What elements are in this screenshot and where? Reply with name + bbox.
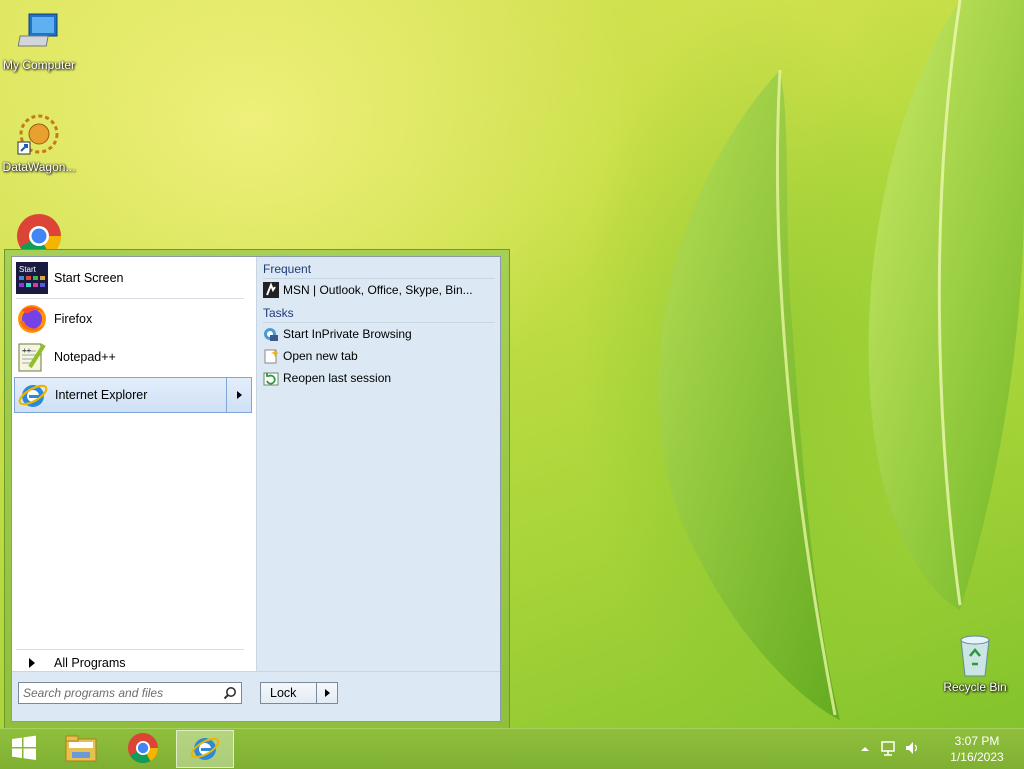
taskbar: 3:07 PM 1/16/2023 <box>0 728 1024 769</box>
start-menu-programs-pane: Start Start Screen Firefox ++ Notepad++ … <box>12 257 255 672</box>
recycle-bin-icon <box>951 630 999 678</box>
pinned-start-screen[interactable]: Start Start Screen <box>14 260 252 296</box>
jumplist-item-label: Open new tab <box>283 349 358 363</box>
all-programs-arrow-icon <box>16 658 48 668</box>
my-computer-icon <box>15 8 63 56</box>
start-menu-bottom-bar: Lock <box>12 671 500 721</box>
pinned-label: Notepad++ <box>54 350 116 364</box>
chevron-right-icon <box>324 689 330 697</box>
search-input[interactable] <box>23 684 219 702</box>
pinned-label: Firefox <box>54 312 93 326</box>
firefox-icon <box>16 303 48 335</box>
svg-text:Start: Start <box>19 265 37 274</box>
jumplist-item-label: Start InPrivate Browsing <box>283 327 412 341</box>
new-tab-icon <box>263 348 279 364</box>
search-box <box>18 682 242 704</box>
clock-time: 3:07 PM <box>954 734 1000 748</box>
volume-icon[interactable] <box>904 740 920 759</box>
jumplist-task-reopen-session[interactable]: Reopen last session <box>263 368 391 388</box>
network-icon[interactable] <box>880 740 896 759</box>
taskbar-chrome[interactable] <box>114 730 172 768</box>
jumplist-task-inprivate[interactable]: Start InPrivate Browsing <box>263 324 412 344</box>
desktop-icon-datawagon[interactable]: DataWagon... <box>1 110 77 174</box>
lock-button-group: Lock <box>260 682 338 704</box>
jumplist-task-new-tab[interactable]: Open new tab <box>263 346 358 366</box>
taskbar-internet-explorer[interactable] <box>176 730 234 768</box>
desktop-icon-recycle-bin[interactable]: Recycle Bin <box>937 630 1013 694</box>
show-hidden-icons-arrow[interactable] <box>860 743 870 757</box>
start-menu: Start Start Screen Firefox ++ Notepad++ … <box>4 249 510 729</box>
pinned-internet-explorer[interactable]: Internet Explorer <box>14 377 252 413</box>
pinned-label: Start Screen <box>54 271 124 285</box>
taskbar-file-explorer[interactable] <box>52 730 110 768</box>
jumplist-pane: Frequent MSN | Outlook, Office, Skype, B… <box>256 257 500 672</box>
chrome-icon <box>127 732 159 767</box>
notepad-plus-plus-icon: ++ <box>16 341 48 373</box>
jumplist-frequent-header: Frequent <box>263 262 496 279</box>
msn-icon <box>263 282 279 298</box>
all-programs-label: All Programs <box>54 656 126 670</box>
system-tray: 3:07 PM 1/16/2023 <box>854 729 1024 769</box>
internet-explorer-icon <box>189 732 221 767</box>
jumplist-item-msn[interactable]: MSN | Outlook, Office, Skype, Bin... <box>263 280 473 300</box>
desktop-icon-my-computer[interactable]: My Computer <box>1 8 77 72</box>
inprivate-icon <box>263 326 279 342</box>
start-screen-icon: Start <box>16 262 48 294</box>
start-menu-body: Start Start Screen Firefox ++ Notepad++ … <box>11 256 501 722</box>
reopen-session-icon <box>263 370 279 386</box>
pinned-separator <box>16 298 244 299</box>
desktop-icon-label: Recycle Bin <box>943 680 1007 694</box>
jumplist-tasks-header: Tasks <box>263 306 493 323</box>
folder-icon <box>64 733 98 766</box>
pinned-notepad-plus-plus[interactable]: ++ Notepad++ <box>14 339 252 375</box>
search-icon[interactable] <box>223 686 237 703</box>
pinned-firefox[interactable]: Firefox <box>14 301 252 337</box>
jumplist-item-label: Reopen last session <box>283 371 392 385</box>
clock[interactable]: 3:07 PM 1/16/2023 <box>942 733 1012 765</box>
svg-text:++: ++ <box>22 346 32 355</box>
jumplist-item-label: MSN | Outlook, Office, Skype, Bin... <box>283 283 473 297</box>
datawagon-icon <box>15 110 63 158</box>
start-button[interactable] <box>0 730 48 768</box>
desktop-icon-label: DataWagon... <box>2 160 76 174</box>
power-options-arrow[interactable] <box>316 683 337 703</box>
all-programs-separator <box>16 649 244 650</box>
desktop-icon-label: My Computer <box>2 58 76 72</box>
internet-explorer-icon <box>17 379 49 411</box>
pinned-label: Internet Explorer <box>55 388 148 402</box>
jumplist-expand-arrow[interactable] <box>226 378 251 412</box>
lock-button[interactable]: Lock <box>261 683 316 703</box>
windows-logo-icon <box>10 734 38 765</box>
clock-date: 1/16/2023 <box>950 750 1004 764</box>
chevron-right-icon <box>236 391 242 399</box>
